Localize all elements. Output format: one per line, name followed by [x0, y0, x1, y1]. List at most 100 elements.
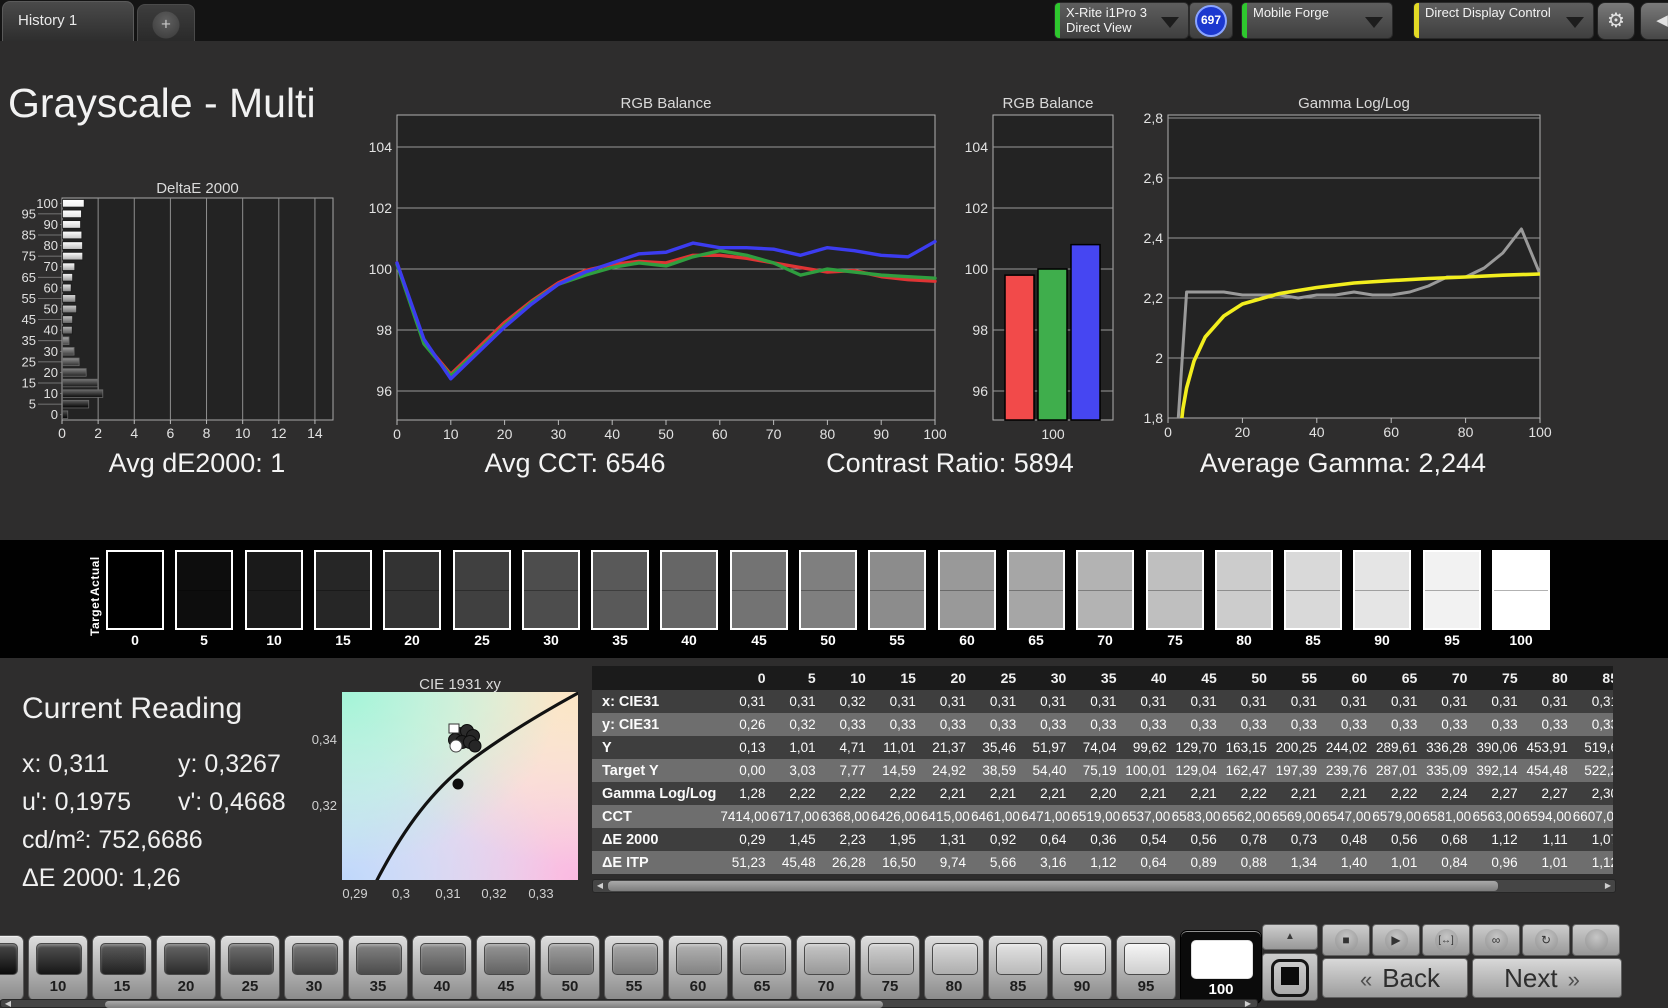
table-cell: 99,62: [1121, 736, 1172, 759]
pattern-preview-swatch: [36, 943, 82, 975]
history-tab[interactable]: History 1: [2, 1, 134, 41]
range-button[interactable]: [↔]: [1422, 924, 1470, 956]
table-cell: 0,84: [1422, 851, 1473, 874]
meter-dropdown-probe[interactable]: X-Rite i1Pro 3 Direct View: [1055, 3, 1188, 38]
target-patch: [1148, 590, 1202, 628]
swatch-label: 20: [404, 632, 420, 648]
column-header: 20: [920, 666, 972, 690]
pattern-window-button[interactable]: [1262, 953, 1318, 1001]
table-cell: 26,28: [820, 851, 871, 874]
display-control-dropdown[interactable]: Direct Display Control: [1414, 3, 1593, 38]
stop-button[interactable]: ■: [1322, 924, 1370, 956]
svg-text:30: 30: [551, 426, 567, 442]
pattern-preview-swatch: [1124, 943, 1170, 975]
column-header: 5: [770, 666, 821, 690]
scroll-left-icon[interactable]: ◀: [593, 880, 607, 892]
pattern-level-button-40[interactable]: 40: [412, 935, 472, 1001]
scroll-right-icon[interactable]: ▶: [1241, 1000, 1255, 1008]
pattern-level-button-50[interactable]: 50: [540, 935, 600, 1001]
pattern-level-button-30[interactable]: 30: [284, 935, 344, 1001]
expand-up-button[interactable]: ▲: [1262, 924, 1318, 950]
pattern-level-button-85[interactable]: 85: [988, 935, 1048, 1001]
source-dropdown[interactable]: Mobile Forge: [1242, 3, 1392, 38]
table-cell: 2,27: [1472, 782, 1523, 805]
target-patch: [732, 590, 786, 628]
pattern-level-label: 15: [113, 978, 131, 995]
extra-button[interactable]: [1572, 924, 1620, 956]
cie-overlay: [373, 690, 581, 885]
table-cell: 6461,00: [971, 805, 1022, 828]
status-stripe: [1414, 3, 1419, 38]
pattern-scrollbar-thumb[interactable]: [105, 1001, 883, 1008]
avg-cct-stat: Avg CCT: 6546: [484, 448, 666, 478]
column-header: 30: [1021, 666, 1072, 690]
scroll-right-icon[interactable]: ▶: [1601, 880, 1615, 892]
pattern-preview-swatch: [612, 943, 658, 975]
meter-count-button[interactable]: 697: [1190, 3, 1232, 38]
left-arrow-icon: ◀: [1656, 12, 1668, 29]
cie-ytick-032: 0,32: [311, 798, 337, 813]
outlier-point: [452, 778, 464, 790]
table-cell: 0,31: [1472, 690, 1523, 713]
cie-ytick-034: 0,34: [311, 732, 337, 747]
actual-patch: [108, 552, 162, 590]
table-cell: 7414,00: [720, 805, 771, 828]
pattern-bar-scrollbar[interactable]: ◀ ▶: [0, 999, 1258, 1008]
collapse-panel-button[interactable]: ◀: [1640, 2, 1668, 40]
pattern-level-button-65[interactable]: 65: [732, 935, 792, 1001]
table-cell: 0,33: [1422, 713, 1473, 736]
pattern-level-button-60[interactable]: 60: [668, 935, 728, 1001]
svg-text:104: 104: [965, 139, 989, 155]
pattern-level-button-20[interactable]: 20: [156, 935, 216, 1001]
pattern-level-button-10[interactable]: 10: [28, 935, 88, 1001]
pattern-level-button-15[interactable]: 15: [92, 935, 152, 1001]
cie-1931-chart: CIE 1931 xy 0,34 0,32 0,29 0,3 0,31 0,32…: [295, 676, 595, 908]
target-patch: [1425, 590, 1479, 628]
table-cell: 0,33: [1522, 713, 1573, 736]
table-scrollbar-thumb[interactable]: [608, 881, 1498, 891]
pattern-level-button-5[interactable]: 5: [0, 935, 24, 1001]
pattern-level-button-95[interactable]: 95: [1116, 935, 1176, 1001]
pattern-level-button-55[interactable]: 55: [604, 935, 664, 1001]
add-tab-button[interactable]: +: [137, 4, 195, 41]
pattern-level-button-45[interactable]: 45: [476, 935, 536, 1001]
table-cell: 129,04: [1171, 759, 1222, 782]
next-button[interactable]: Next»: [1472, 958, 1622, 998]
column-header: 10: [820, 666, 871, 690]
pattern-level-button-75[interactable]: 75: [860, 935, 920, 1001]
pattern-level-button-35[interactable]: 35: [348, 935, 408, 1001]
table-cell: 1,28: [720, 782, 771, 805]
table-cell: 0,54: [1121, 828, 1172, 851]
table-cell: 3,03: [770, 759, 821, 782]
table-cell: 200,25: [1271, 736, 1323, 759]
table-cell: 0,31: [870, 690, 921, 713]
back-button[interactable]: «Back: [1322, 958, 1468, 998]
table-cell: 0,33: [1472, 713, 1523, 736]
pattern-level-button-70[interactable]: 70: [796, 935, 856, 1001]
pattern-level-button-80[interactable]: 80: [924, 935, 984, 1001]
table-cell: 100,01: [1121, 759, 1172, 782]
pattern-level-button-25[interactable]: 25: [220, 935, 280, 1001]
target-patch: [316, 590, 370, 628]
scroll-left-icon[interactable]: ◀: [1, 1000, 15, 1008]
svg-text:100: 100: [923, 426, 947, 442]
actual-patch: [1425, 552, 1479, 590]
pattern-level-button-100[interactable]: 100: [1180, 930, 1262, 1004]
play-button[interactable]: ▶: [1372, 924, 1420, 956]
loop-button[interactable]: ∞: [1472, 924, 1520, 956]
table-cell: 1,40: [1322, 851, 1373, 874]
settings-button[interactable]: ⚙: [1597, 2, 1635, 40]
swatch-label: 15: [335, 632, 351, 648]
swatch-label: 65: [1028, 632, 1044, 648]
table-cell: 390,06: [1472, 736, 1523, 759]
table-cell: 3,16: [1021, 851, 1072, 874]
cie-xtick-031: 0,31: [435, 886, 461, 901]
table-cell: 2,22: [1372, 782, 1423, 805]
pattern-level-label: 10: [49, 978, 67, 995]
table-scrollbar[interactable]: ◀ ▶: [592, 879, 1616, 893]
table-cell: 6594,00: [1522, 805, 1573, 828]
refresh-button[interactable]: ↻: [1522, 924, 1570, 956]
table-cell: 6519,00: [1071, 805, 1122, 828]
pattern-level-button-90[interactable]: 90: [1052, 935, 1112, 1001]
target-patch: [801, 590, 855, 628]
